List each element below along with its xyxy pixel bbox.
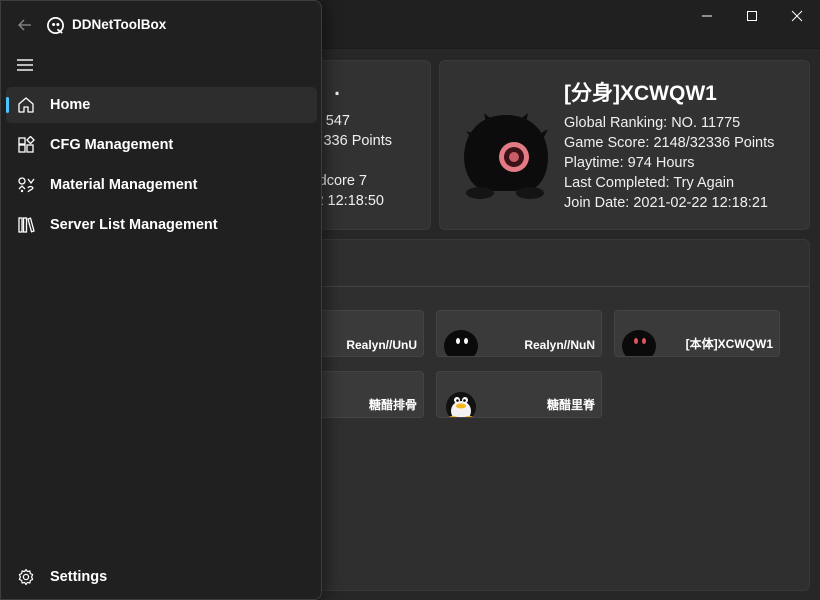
maximize-icon <box>747 11 757 21</box>
playtime: Playtime: 974 Hours <box>564 155 695 171</box>
game-score: Game Score: 2148/32336 Points <box>564 135 775 151</box>
close-icon <box>791 10 803 22</box>
friend-name: [本体]XCWQW1 <box>685 337 773 351</box>
friend-name: 糖醋里脊 <box>546 398 595 412</box>
friend-avatar <box>446 392 476 417</box>
left-join-fragment: 2 12:18:50 <box>315 193 384 209</box>
app-title: DDNetToolBox <box>72 17 167 32</box>
player-name: [分身]XCWQW1 <box>564 82 717 105</box>
close-button[interactable] <box>774 0 820 32</box>
friend-name: Realyn//NuN <box>524 338 595 352</box>
nav-label: Settings <box>50 569 108 585</box>
back-arrow-icon <box>18 19 31 31</box>
friend-tile[interactable]: 糖醋里脊 <box>436 371 602 418</box>
nav-item-server-list-management[interactable]: Server List Management <box>6 207 317 243</box>
maximize-button[interactable] <box>729 0 775 32</box>
join-date: Join Date: 2021-02-22 12:18:21 <box>564 195 768 211</box>
nav-label: CFG Management <box>50 137 174 153</box>
nav-label: Material Management <box>50 177 198 193</box>
nav-item-home[interactable]: Home <box>6 87 317 123</box>
friend-name: 糖醋排骨 <box>368 398 417 412</box>
friend-avatar <box>622 330 656 356</box>
friend-tile[interactable]: [本体]XCWQW1 <box>614 310 780 357</box>
navigation-drawer: DDNetToolBox Home CFG Management Materia… <box>0 0 322 600</box>
material-icon <box>18 177 35 193</box>
cfg-icon <box>18 136 35 153</box>
nav-item-material-management[interactable]: Material Management <box>6 167 317 203</box>
player-card-right: [分身]XCWQW1 Global Ranking: NO. 11775 Gam… <box>439 60 810 230</box>
menu-toggle-button[interactable] <box>11 51 39 79</box>
friend-tile[interactable]: Realyn//NuN <box>436 310 602 357</box>
left-ranking-fragment: 547 <box>325 113 350 129</box>
player-avatar <box>464 113 548 199</box>
active-indicator <box>6 97 9 113</box>
player-stats: Global Ranking: NO. 11775 Game Score: 21… <box>564 113 774 213</box>
back-button[interactable] <box>11 11 39 39</box>
nav-label: Home <box>50 97 91 113</box>
hamburger-icon <box>17 59 33 71</box>
gear-icon <box>18 568 34 586</box>
nav-item-cfg-management[interactable]: CFG Management <box>6 127 317 163</box>
global-ranking: Global Ranking: NO. 11775 <box>564 115 741 131</box>
nav-label: Server List Management <box>50 217 218 233</box>
minimize-button[interactable] <box>684 0 730 32</box>
friend-name: Realyn//UnU <box>346 338 417 352</box>
friend-avatar <box>444 330 478 356</box>
home-icon <box>18 97 34 113</box>
last-completed: Last Completed: Try Again <box>564 175 735 191</box>
app-logo-icon <box>47 17 64 34</box>
minimize-icon <box>702 15 712 17</box>
left-last-completed-fragment: dcore 7 <box>318 173 367 189</box>
nav-item-settings[interactable]: Settings <box>6 559 317 595</box>
left-name-fragment: . <box>334 77 340 100</box>
library-icon <box>18 217 35 233</box>
left-score-fragment: 336 Points <box>323 133 392 149</box>
